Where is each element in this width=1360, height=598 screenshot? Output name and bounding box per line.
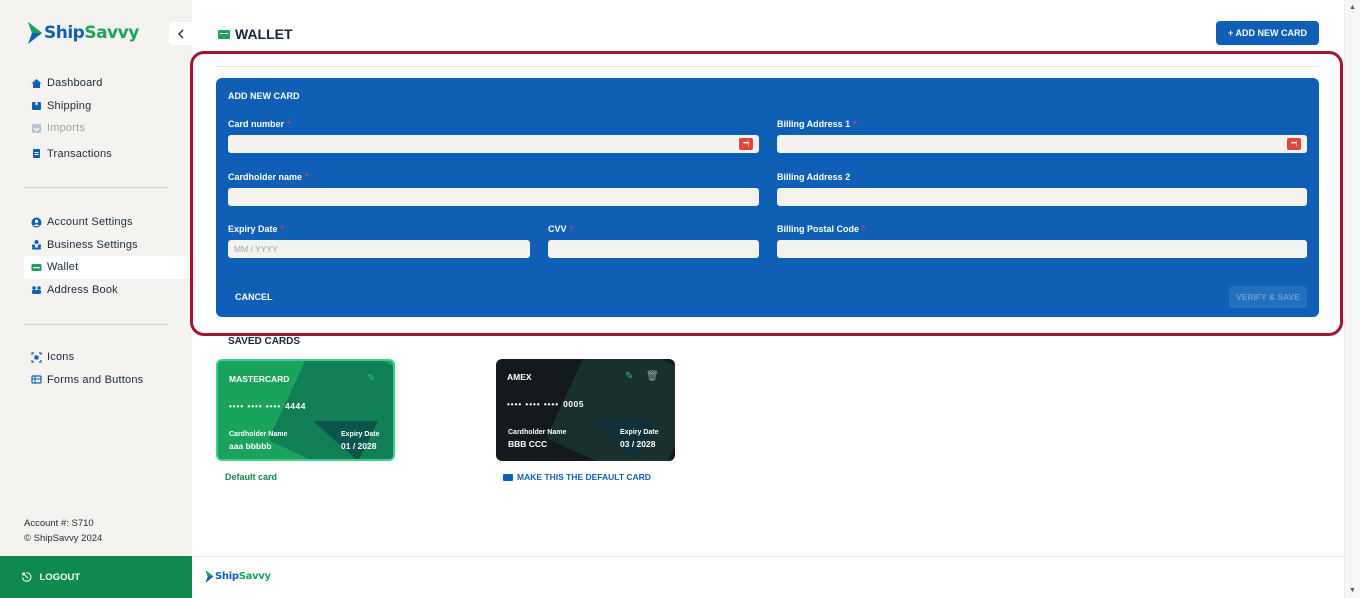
expiry-value: 01 / 2028	[341, 441, 377, 451]
edit-icon[interactable]: ✎	[625, 371, 633, 382]
collapse-sidebar-button[interactable]	[169, 22, 192, 45]
sidebar-item-label: Icons	[47, 351, 75, 364]
sidebar-item-label: Address Book	[47, 283, 118, 296]
card-brand: AMEX	[507, 372, 532, 382]
sidebar-item-label: Dashboard	[47, 77, 103, 90]
sidebar-item-icons[interactable]: Icons	[24, 346, 192, 369]
sidebar-item-label: Transactions	[47, 147, 112, 160]
saved-card-mastercard[interactable]: MASTERCARD ✎ •••• •••• •••• 4444 Cardhold…	[216, 359, 395, 461]
import-icon	[31, 123, 42, 134]
make-default-card-link[interactable]: MAKE THIS THE DEFAULT CARD	[503, 472, 651, 482]
card-brand: MASTERCARD	[229, 374, 290, 384]
sidebar-item-imports[interactable]: Imports	[24, 117, 192, 140]
box-icon	[31, 100, 42, 111]
copyright-text: © ShipSavvy 2024	[24, 533, 103, 544]
logout-button[interactable]: ⎋ LOGOUT	[0, 556, 192, 598]
saved-cards-title: SAVED CARDS	[228, 336, 301, 347]
sidebar-item-shipping[interactable]: Shipping	[24, 95, 192, 118]
list-icon	[31, 374, 42, 385]
logout-icon: ⎋	[22, 569, 32, 584]
shipsavvy-logo[interactable]: ShipSavvy	[26, 20, 139, 46]
cardholder-value: aaa bbbbb	[229, 441, 272, 451]
wallet-icon	[31, 262, 42, 273]
expiry-label: Expiry Date	[341, 431, 380, 438]
logo-text: ShipSavvy	[44, 23, 139, 43]
page-title: WALLET	[218, 26, 293, 42]
card-icon	[503, 473, 513, 481]
edit-icon[interactable]: ✎	[367, 373, 375, 384]
cardholder-value: BBB CCC	[508, 439, 548, 449]
sidebar-item-label: Imports	[47, 122, 86, 135]
home-icon	[31, 78, 42, 89]
sidebar-item-forms-and-buttons[interactable]: Forms and Buttons	[24, 369, 192, 392]
user-circle-icon	[31, 217, 42, 228]
saved-card-amex[interactable]: AMEX ✎ 🗑 •••• •••• •••• 0005 Cardholder N…	[496, 359, 675, 461]
address-book-icon	[31, 284, 42, 295]
sidebar-item-dashboard[interactable]: Dashboard	[24, 72, 192, 95]
make-default-label: MAKE THIS THE DEFAULT CARD	[517, 472, 651, 482]
logout-label: LOGOUT	[39, 571, 81, 583]
trash-icon[interactable]: 🗑	[646, 371, 659, 382]
default-card-label: Default card	[225, 472, 278, 482]
cardholder-label: Cardholder Name	[229, 431, 288, 438]
card-number: •••• •••• •••• 0005	[507, 399, 584, 409]
scan-icon	[31, 352, 42, 363]
sidebar: ShipSavvy Dashboard Shipping Imports Tra…	[0, 0, 192, 556]
sidebar-item-label: Business Settings	[47, 238, 138, 251]
footer-divider	[192, 556, 1344, 557]
cardholder-label: Cardholder Name	[508, 429, 567, 436]
sidebar-item-business-settings[interactable]: Business Settings	[24, 234, 192, 257]
sidebar-item-account-settings[interactable]: Account Settings	[24, 211, 192, 234]
sidebar-item-transactions[interactable]: Transactions	[24, 143, 192, 166]
users-icon	[31, 239, 42, 250]
sidebar-divider	[24, 187, 168, 188]
add-new-card-button[interactable]: + ADD NEW CARD	[1216, 21, 1319, 45]
sidebar-item-wallet[interactable]: Wallet	[24, 256, 192, 279]
sidebar-item-label: Wallet	[47, 261, 79, 274]
page-title-text: WALLET	[235, 26, 293, 42]
focus-highlight-frame	[190, 51, 1343, 336]
settings-nav: Account Settings Business Settings Walle…	[24, 211, 192, 301]
document-icon	[31, 148, 42, 159]
sidebar-item-label: Account Settings	[47, 216, 133, 229]
wallet-icon	[218, 29, 230, 39]
footer-logo: Ship Savvy	[204, 569, 271, 584]
chevron-left-icon	[177, 28, 184, 39]
scroll-up-icon[interactable]: ▲	[1349, 4, 1356, 11]
sidebar-item-label: Forms and Buttons	[47, 373, 144, 386]
sidebar-divider	[24, 324, 168, 325]
sidebar-item-address-book[interactable]: Address Book	[24, 279, 192, 302]
dev-nav: Icons Forms and Buttons	[24, 346, 192, 391]
expiry-label: Expiry Date	[620, 429, 659, 436]
scroll-down-icon[interactable]: ▼	[1349, 587, 1356, 594]
account-number: Account #: S710	[24, 518, 94, 529]
logo-arrow-icon	[205, 570, 214, 583]
page-scrollbar[interactable]: ▲ ▼	[1344, 0, 1360, 598]
expiry-value: 03 / 2028	[620, 439, 656, 449]
account-info: Account #: S710 © ShipSavvy 2024	[24, 516, 102, 546]
card-number: •••• •••• •••• 4444	[229, 401, 306, 411]
sidebar-item-label: Shipping	[47, 99, 92, 112]
main-nav: Dashboard Shipping Imports Transactions	[24, 72, 192, 165]
logo-arrow-icon	[28, 22, 42, 44]
